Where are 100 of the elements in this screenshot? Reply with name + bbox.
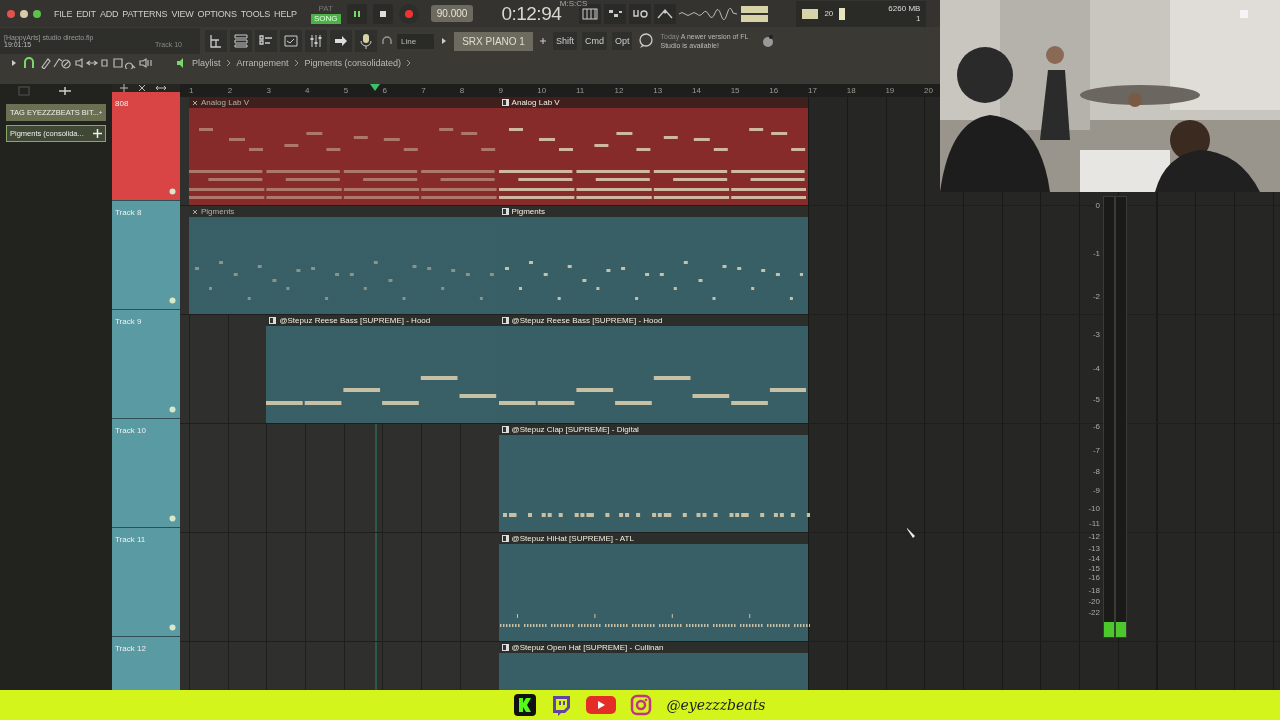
pattern-clip[interactable]: @Stepuz Open Hat [SUPREME] - Cullinan: [498, 642, 809, 690]
modifier-key[interactable]: Opt: [611, 32, 633, 50]
clip-label: @Stepuz Reese Bass [SUPREME] - Hood: [279, 316, 431, 325]
pattern-clip[interactable]: Pigments: [498, 206, 809, 314]
tempo-field[interactable]: 90.000: [430, 5, 474, 22]
clip-menu-icon[interactable]: [501, 644, 509, 651]
brush-cursor-icon: [906, 527, 918, 539]
bar-number: 7: [421, 86, 426, 95]
menu-item[interactable]: TOOLS: [240, 8, 271, 19]
magnet-icon[interactable]: [23, 57, 35, 69]
piano-roll-icon[interactable]: [255, 30, 277, 52]
clip-menu-icon[interactable]: [501, 535, 509, 542]
social-handle: @eyezzzbeats: [666, 697, 766, 713]
loop-icon[interactable]: [629, 3, 652, 24]
resize-icon[interactable]: [156, 84, 166, 92]
close-icon[interactable]: [138, 84, 146, 92]
breadcrumb-link[interactable]: Pigments (consolidated): [304, 58, 402, 68]
snap-dropdown[interactable]: Line: [397, 33, 435, 49]
mute-cross-icon[interactable]: [192, 208, 198, 215]
clip-label: @Stepuz Open Hat [SUPREME] - Cullinan: [511, 643, 664, 652]
menu-item[interactable]: ADD: [99, 8, 119, 19]
meter-scale-label: -22: [1088, 608, 1100, 617]
menu-item[interactable]: FILE: [54, 8, 73, 19]
clip-menu-icon[interactable]: [501, 317, 509, 324]
stop-button[interactable]: [372, 3, 393, 24]
mute-cross-icon[interactable]: [192, 99, 198, 106]
clip-menu-icon[interactable]: [501, 426, 509, 433]
youtube-logo-icon[interactable]: [586, 694, 617, 716]
menu-item[interactable]: EDIT: [76, 8, 96, 19]
mixer-icon[interactable]: [305, 30, 327, 52]
stop-icon: [378, 9, 387, 18]
split-icon[interactable]: [58, 86, 72, 96]
modifier-key[interactable]: Shift: [552, 32, 577, 50]
time-unit: M:S:CS: [559, 0, 588, 8]
kick-logo-icon[interactable]: [514, 694, 537, 716]
menu-item[interactable]: HELP: [274, 8, 297, 19]
pattern-clip[interactable]: Analog Lab V: [498, 97, 809, 205]
meter-scale-label: -1: [1092, 249, 1100, 258]
clip-menu-icon[interactable]: [269, 317, 277, 324]
pattern-clip[interactable]: @Stepuz Clap [SUPREME] - Digital: [498, 424, 809, 532]
meter-scale-label: -8: [1092, 467, 1100, 476]
playlist-icon[interactable]: [280, 30, 302, 52]
clip-label: Analog Lab V: [511, 98, 560, 107]
meter-scale-label: -5: [1092, 395, 1100, 404]
meter-scale-label: -12: [1088, 532, 1100, 541]
clip-label: @Stepuz Clap [SUPREME] - Digital: [511, 425, 639, 434]
track-dot-icon[interactable]: [169, 297, 176, 304]
bar-number: 19: [885, 86, 895, 95]
clip-menu-icon[interactable]: [501, 99, 509, 106]
play-arrow-icon[interactable]: [10, 58, 18, 68]
record-button[interactable]: [398, 3, 419, 24]
menu-item[interactable]: PATTERNS: [122, 8, 168, 19]
meter-scale-label: -2: [1092, 292, 1100, 301]
menu-item[interactable]: OPTIONS: [197, 8, 237, 19]
track-dot-icon[interactable]: [169, 188, 176, 195]
meter-scale-label: -11: [1089, 519, 1100, 528]
bar-number: 14: [691, 86, 701, 95]
plus-icon[interactable]: [120, 84, 128, 92]
pattern-clip[interactable]: @Stepuz Reese Bass [SUPREME] - Hood: [498, 315, 809, 423]
breadcrumb-link[interactable]: Playlist: [192, 58, 221, 68]
window-controls-icon[interactable]: [6, 8, 42, 19]
meter-scale-label: -13: [1088, 544, 1100, 553]
microphone-icon[interactable]: [355, 30, 377, 52]
chevron-icon: [406, 59, 413, 67]
memory-reading: 6260 MB: [888, 3, 921, 14]
step-icon[interactable]: [604, 3, 627, 24]
bar-number: 10: [537, 86, 547, 95]
chevron-icon: [225, 59, 232, 67]
pattern-clip[interactable]: Pigments: [189, 206, 499, 314]
pattern-clip[interactable]: Analog Lab V: [189, 97, 499, 205]
track-dot-icon[interactable]: [169, 406, 176, 413]
menu-item[interactable]: VIEW: [171, 8, 194, 19]
bar-number: 5: [343, 86, 349, 95]
track-header[interactable]: 808: [112, 92, 180, 201]
drag-handle-icon[interactable]: [93, 129, 102, 138]
meter-scale-label: -10: [1088, 504, 1100, 513]
twitch-logo-icon[interactable]: [550, 694, 573, 716]
track-dot-icon[interactable]: [169, 515, 176, 522]
metronome-icon[interactable]: [654, 3, 677, 24]
meter-scale-label: -6: [1092, 422, 1100, 431]
pattern-clip[interactable]: @Stepuz HiHat [SUPREME] - ATL: [498, 533, 809, 641]
cpu-reading: 20: [824, 8, 834, 19]
pattern-clip[interactable]: @Stepuz Reese Bass [SUPREME] - Hood: [266, 315, 499, 423]
browser-icon[interactable]: [205, 30, 227, 52]
clip-label: @Stepuz HiHat [SUPREME] - ATL: [511, 534, 634, 543]
breadcrumb-link[interactable]: Arrangement: [236, 58, 289, 68]
modifier-key[interactable]: Cmd: [581, 32, 607, 50]
bar-number: 6: [382, 86, 387, 95]
speech-bubble-icon[interactable]: [637, 32, 656, 50]
channel-rack-icon[interactable]: [230, 30, 252, 52]
volume-sliders-icon[interactable]: [740, 4, 771, 23]
pause-button[interactable]: [346, 3, 367, 24]
globe-icon[interactable]: [761, 34, 776, 48]
instagram-logo-icon[interactable]: [630, 694, 653, 716]
channel-selector[interactable]: SRX PIANO 1: [454, 31, 533, 51]
waveform-icon: [679, 5, 738, 22]
track-name: Track 9: [114, 316, 143, 327]
track-dot-icon[interactable]: [169, 624, 176, 631]
clip-menu-icon[interactable]: [501, 208, 509, 215]
bar-number: 3: [266, 86, 271, 95]
